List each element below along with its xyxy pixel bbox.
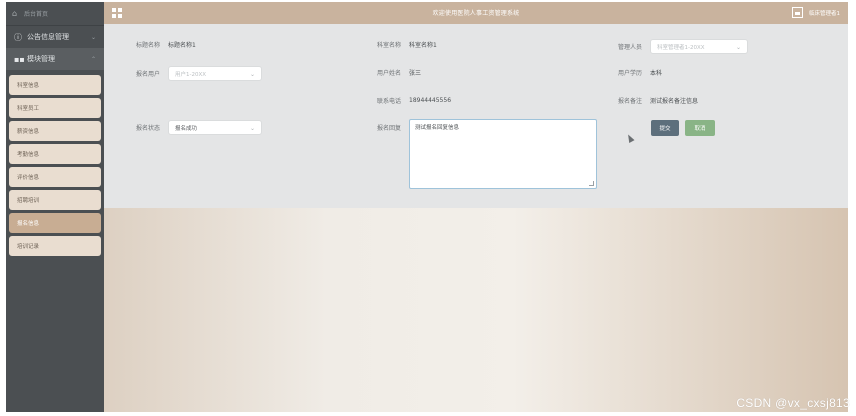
dept-field: 科室名称 科室名称1: [377, 40, 437, 49]
sidebar-group-label: 公告信息管理: [27, 33, 69, 41]
manager-label: 管理人员: [618, 44, 643, 51]
manager-select-value: 科室管理者1-20XX: [657, 44, 705, 51]
user-name: 临床管理者1: [809, 10, 840, 17]
sidebar: ⌂ 后台首页 ⓘ 公告信息管理 ⌄ ▪▪ 模块管理 ⌃ 科室信息 科室员工 薪资…: [6, 2, 104, 412]
sidebar-item-salary[interactable]: 薪资信息: [9, 121, 101, 141]
phone-value: 18944445556: [409, 97, 452, 104]
title-value: 标题名称1: [168, 42, 196, 49]
app-window: ⌂ 后台首页 ⓘ 公告信息管理 ⌄ ▪▪ 模块管理 ⌃ 科室信息 科室员工 薪资…: [0, 0, 856, 416]
signup-user-label: 报名用户: [136, 71, 161, 78]
signup-user-field: 报名用户 用户1-20XX ⌄: [136, 66, 263, 81]
chevron-down-icon: ⌄: [735, 44, 742, 51]
note-field: 报名备注 测试报名备注信息: [618, 96, 698, 105]
page-title: 欢迎使用医院人事工资管理系统: [432, 10, 520, 17]
cancel-button[interactable]: 取消: [685, 120, 715, 136]
dept-label: 科室名称: [377, 42, 402, 49]
resize-handle-icon[interactable]: [589, 181, 595, 186]
edu-value: 本科: [650, 70, 663, 77]
sidebar-submenu: 科室信息 科室员工 薪资信息 考勤信息 评价信息 招聘培训 报名信息 培训记录: [6, 70, 104, 261]
title-label: 标题名称: [136, 42, 161, 49]
status-select-value: 报名成功: [175, 125, 198, 132]
signup-form: 标题名称 标题名称1 科室名称 科室名称1 管理人员 科室管理者1-20XX ⌄…: [104, 24, 848, 208]
user-name-label: 用户姓名: [377, 70, 402, 77]
status-label: 报名状态: [136, 125, 161, 132]
status-select[interactable]: 报名成功 ⌄: [168, 120, 263, 135]
grid-icon: ▪▪: [14, 54, 25, 64]
content-background: [104, 208, 848, 412]
phone-label: 联系电话: [377, 98, 402, 105]
edu-field: 用户学历 本科: [618, 68, 662, 77]
note-value: 测试报名备注信息: [650, 98, 699, 105]
reply-textarea-value: 测试报名回复信息: [415, 125, 460, 131]
sidebar-group-modules[interactable]: ▪▪ 模块管理 ⌃: [6, 48, 104, 70]
home-icon: ⌂: [12, 8, 18, 18]
user-name-value: 张三: [409, 70, 422, 77]
chevron-down-icon: ⌄: [249, 71, 256, 78]
sidebar-item-evaluation[interactable]: 评价信息: [9, 167, 101, 187]
sidebar-item-signup[interactable]: 报名信息: [9, 213, 101, 233]
manager-field: 管理人员 科室管理者1-20XX ⌄: [618, 39, 749, 54]
sidebar-item-label: 科室员工: [17, 106, 40, 112]
sidebar-item-attendance[interactable]: 考勤信息: [9, 144, 101, 164]
signup-user-select-value: 用户1-20XX: [175, 71, 207, 78]
reply-label: 报名回复: [377, 125, 402, 132]
title-field: 标题名称 标题名称1: [136, 40, 196, 49]
sidebar-group-notice[interactable]: ⓘ 公告信息管理 ⌄: [6, 26, 104, 48]
watermark: CSDN @vx_cxsj813: [736, 396, 850, 410]
sidebar-item-training[interactable]: 培训记录: [9, 236, 101, 256]
manager-select[interactable]: 科室管理者1-20XX ⌄: [650, 39, 749, 54]
sidebar-item-label: 科室信息: [17, 83, 40, 89]
sidebar-item-dept-info[interactable]: 科室信息: [9, 75, 101, 95]
sidebar-home-label: 后台首页: [24, 11, 49, 18]
sidebar-item-label: 考勤信息: [17, 152, 40, 158]
chevron-down-icon: ⌄: [90, 33, 96, 41]
sidebar-home-link[interactable]: ⌂ 后台首页: [6, 2, 104, 26]
chevron-down-icon: ⌄: [249, 125, 256, 132]
sidebar-item-recruit[interactable]: 招聘培训: [9, 190, 101, 210]
dept-value: 科室名称1: [409, 42, 437, 49]
sidebar-group-label: 模块管理: [27, 55, 55, 63]
user-name-field: 用户姓名 张三: [377, 68, 421, 77]
info-icon: ⓘ: [14, 32, 22, 42]
sidebar-item-label: 薪资信息: [17, 129, 40, 135]
image-icon: [792, 7, 803, 18]
sidebar-item-label: 报名信息: [17, 221, 40, 227]
note-label: 报名备注: [618, 98, 643, 105]
user-menu[interactable]: 临床管理者1: [792, 7, 840, 18]
reply-field: 报名回复 测试报名回复信息: [377, 119, 598, 189]
sidebar-item-label: 评价信息: [17, 175, 40, 181]
signup-user-select[interactable]: 用户1-20XX ⌄: [168, 66, 263, 81]
sidebar-item-dept-staff[interactable]: 科室员工: [9, 98, 101, 118]
sidebar-item-label: 培训记录: [17, 244, 40, 250]
phone-field: 联系电话 18944445556: [377, 96, 451, 105]
edu-label: 用户学历: [618, 70, 643, 77]
chevron-up-icon: ⌃: [90, 55, 96, 63]
top-bar: 欢迎使用医院人事工资管理系统 临床管理者1: [104, 2, 848, 24]
sidebar-item-label: 招聘培训: [17, 198, 40, 204]
reply-textarea[interactable]: 测试报名回复信息: [409, 119, 598, 189]
submit-button[interactable]: 提交: [651, 120, 679, 136]
status-field: 报名状态 报名成功 ⌄: [136, 120, 263, 135]
